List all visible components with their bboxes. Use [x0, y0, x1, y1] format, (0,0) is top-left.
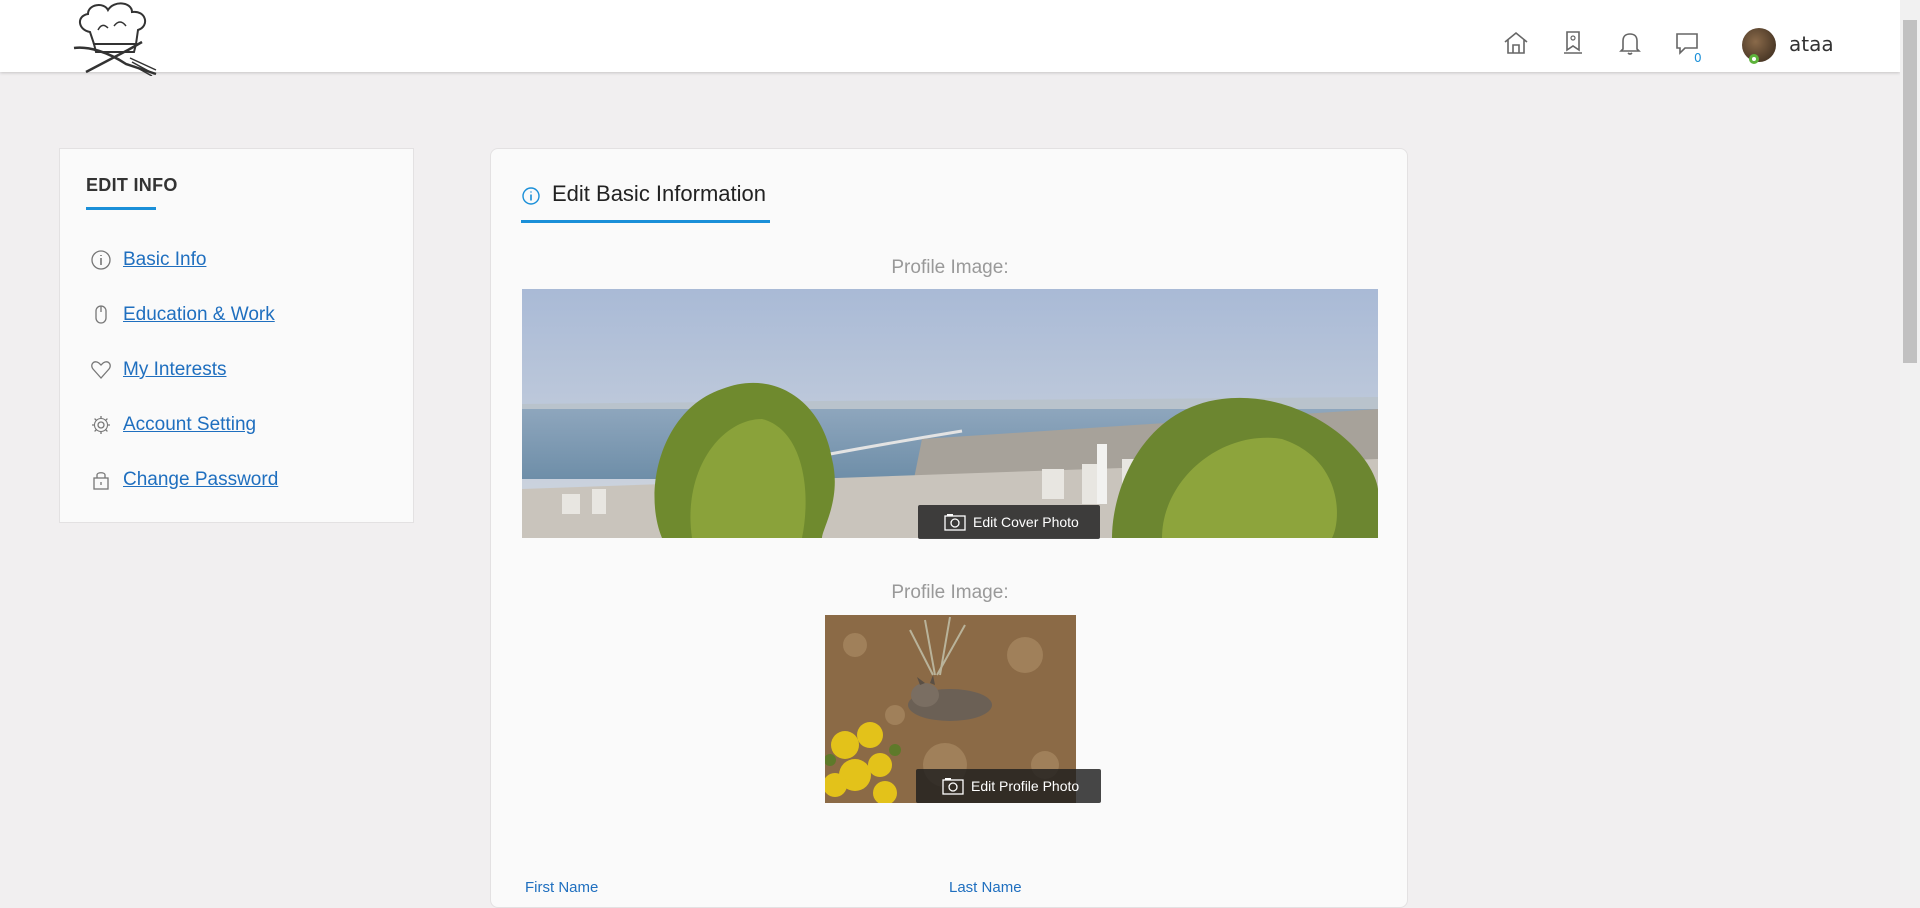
lock-icon [90, 469, 112, 491]
mouse-icon [90, 304, 112, 326]
chef-hat-logo[interactable] [68, 0, 160, 77]
sidebar-title-underline [86, 207, 156, 210]
message-count-badge: 0 [1694, 51, 1702, 65]
cover-image-label: Profile Image: [891, 257, 1009, 278]
profile-image-label: Profile Image: [891, 582, 1009, 603]
gear-icon [90, 414, 112, 436]
edit-profile-photo-button[interactable]: Edit Profile Photo [916, 769, 1101, 803]
sidebar-item-label[interactable]: Education & Work [123, 304, 275, 326]
sidebar-title: EDIT INFO [86, 175, 178, 195]
scrollbar-thumb[interactable] [1903, 20, 1917, 363]
edit-info-sidebar: EDIT INFO Basic Info Education & Work My… [59, 148, 414, 523]
heart-icon [90, 359, 112, 381]
first-name-label: First Name [525, 879, 599, 896]
avatar[interactable] [1742, 28, 1776, 62]
edit-basic-info-panel: Edit Basic Information Profile Image: Ed… [490, 148, 1408, 908]
cover-photo [522, 289, 1378, 538]
home-icon[interactable] [1501, 28, 1531, 58]
edit-cover-photo-label: Edit Cover Photo [973, 514, 1079, 530]
camera-icon [944, 514, 966, 531]
info-icon [521, 186, 541, 206]
online-status-indicator [1749, 54, 1759, 64]
notifications-icon[interactable] [1615, 28, 1645, 58]
title-underline [521, 220, 770, 223]
saved-icon[interactable] [1558, 28, 1588, 58]
sidebar-item-label[interactable]: My Interests [123, 359, 226, 381]
edit-cover-photo-button[interactable]: Edit Cover Photo [918, 505, 1100, 539]
camera-icon [942, 778, 964, 795]
info-icon [90, 249, 112, 271]
edit-profile-photo-label: Edit Profile Photo [971, 778, 1080, 794]
sidebar-item-label[interactable]: Change Password [123, 469, 278, 491]
sidebar-item-label[interactable]: Account Setting [123, 414, 256, 436]
last-name-label: Last Name [949, 879, 1022, 896]
top-navbar: 0 ataa [0, 0, 1900, 77]
page-title: Edit Basic Information [552, 181, 766, 206]
sidebar-item-label[interactable]: Basic Info [123, 249, 206, 271]
username[interactable]: ataa [1789, 32, 1834, 56]
